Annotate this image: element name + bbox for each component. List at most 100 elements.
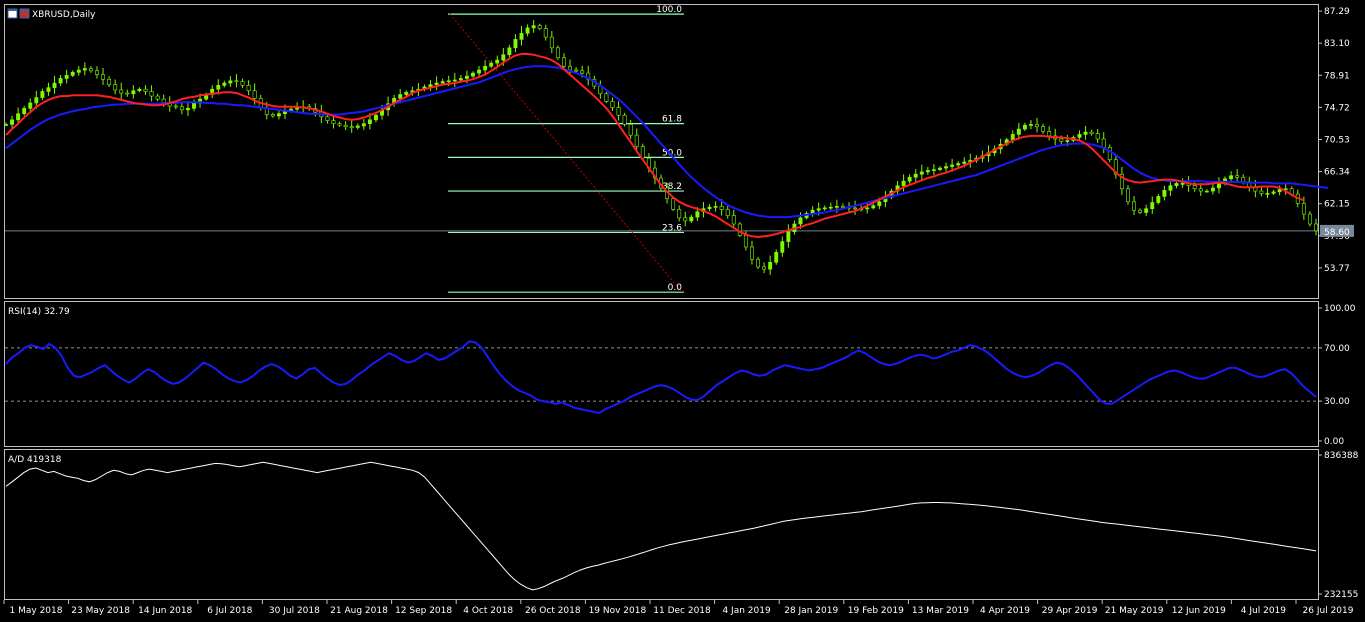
chart-canvas[interactable]: 100.061.850.038.223.60.0 87.2983.1078.91…	[0, 0, 1365, 622]
candle-body	[361, 123, 366, 127]
candle-body	[1010, 134, 1015, 141]
candle-body	[580, 70, 585, 74]
candle-body	[1265, 193, 1270, 195]
candle-body	[477, 69, 482, 74]
candle-body	[683, 217, 688, 222]
candle-body	[270, 114, 275, 117]
candle-body	[907, 176, 912, 182]
candle-body	[731, 215, 736, 225]
ad-tick-label: 232155	[1324, 590, 1358, 600]
fibo-level-label: 0.0	[668, 283, 683, 293]
candle-body	[131, 90, 136, 95]
date-label: 11 Dec 2018	[653, 606, 711, 616]
candle-body	[367, 119, 372, 124]
candle-body	[1168, 185, 1173, 191]
candle-body	[1174, 183, 1179, 187]
candle-body	[610, 101, 615, 108]
candle-body	[143, 88, 148, 92]
candle-body	[137, 88, 142, 92]
candle-body	[464, 75, 469, 79]
candle-body	[507, 47, 512, 56]
candle-body	[88, 68, 93, 72]
candle-body	[616, 107, 621, 116]
candle-body	[40, 91, 45, 98]
candle-body	[10, 119, 15, 125]
candle-body	[471, 72, 475, 77]
date-label: 14 Jun 2018	[138, 606, 192, 616]
candle-body	[1144, 208, 1149, 213]
candle-body	[1107, 147, 1112, 160]
candle-body	[1089, 131, 1094, 134]
candle-body	[798, 217, 803, 225]
candle-body	[76, 69, 81, 73]
candle-body	[495, 59, 500, 64]
candle-body	[1217, 183, 1221, 189]
current-price-label: 58.60	[1324, 228, 1350, 238]
candle-body	[1041, 126, 1046, 132]
candle-body	[743, 235, 748, 248]
date-label: 21 Aug 2018	[330, 606, 388, 616]
symbol-label: XBRUSD,Daily	[32, 10, 96, 20]
date-label: 4 Oct 2018	[463, 606, 513, 616]
date-label: 12 Sep 2018	[395, 606, 452, 616]
candle-body	[713, 206, 718, 208]
candle-body	[434, 82, 439, 85]
date-label: 23 May 2018	[71, 606, 130, 616]
candle-body	[1277, 189, 1282, 193]
candle-body	[786, 231, 791, 242]
candle-body	[1028, 124, 1033, 126]
candle-body	[768, 261, 773, 270]
rsi-tick-label: 100.00	[1324, 304, 1356, 314]
candle-body	[34, 97, 39, 104]
candle-body	[1229, 175, 1234, 180]
candle-body	[719, 206, 724, 210]
candle-body	[1016, 128, 1021, 135]
candle-body	[107, 78, 112, 85]
candle-body	[913, 173, 918, 178]
candle-body	[46, 87, 51, 92]
candle-body	[373, 114, 378, 121]
candle-body	[1180, 183, 1185, 185]
candle-body	[398, 94, 403, 99]
candle-body	[404, 91, 409, 95]
candle-body	[1022, 124, 1027, 130]
fibo-trend-line	[449, 13, 683, 293]
candle-body	[64, 75, 69, 79]
candle-body	[4, 124, 8, 126]
candle-body	[604, 93, 609, 102]
date-label: 19 Feb 2019	[848, 606, 904, 616]
candle-body	[1241, 176, 1246, 183]
price-tick-label: 78.91	[1324, 71, 1350, 81]
candle-body	[810, 209, 815, 214]
candle-body	[440, 81, 445, 84]
candle-body	[1314, 223, 1318, 232]
candle-body	[1259, 190, 1264, 194]
candle-body	[489, 62, 494, 67]
ad-title: A/D 419318	[8, 455, 62, 465]
date-label: 26 Jul 2019	[1303, 606, 1354, 616]
candle-body	[634, 134, 639, 147]
candle-body	[113, 84, 118, 91]
fibo-level-label: 61.8	[662, 115, 682, 125]
candle-body	[737, 223, 742, 236]
ma-fast-line	[5, 53, 1305, 239]
candle-body	[1150, 202, 1155, 209]
candle-body	[1126, 188, 1130, 203]
candle-body	[101, 74, 105, 80]
candle-body	[16, 113, 21, 121]
date-label: 12 Jun 2019	[1172, 606, 1226, 616]
candle-body	[1101, 138, 1106, 148]
rsi-chart	[5, 340, 1318, 415]
ad-line	[5, 461, 1317, 591]
candle-body	[483, 65, 488, 71]
candle-body	[816, 208, 821, 211]
candle-body	[1047, 131, 1052, 137]
fibo-level-label: 100.0	[656, 5, 682, 15]
candle-body	[1059, 138, 1064, 142]
candle-body	[234, 80, 239, 83]
price-tick-label: 70.53	[1324, 136, 1350, 146]
candle-body	[871, 205, 876, 209]
price-tick-label: 53.77	[1324, 264, 1350, 274]
trading-chart[interactable]: 100.0 61.8 50.0 38.2 23.6 0.0 87.29 83.10 78.91…	[0, 0, 1365, 622]
candle-body	[185, 108, 190, 111]
